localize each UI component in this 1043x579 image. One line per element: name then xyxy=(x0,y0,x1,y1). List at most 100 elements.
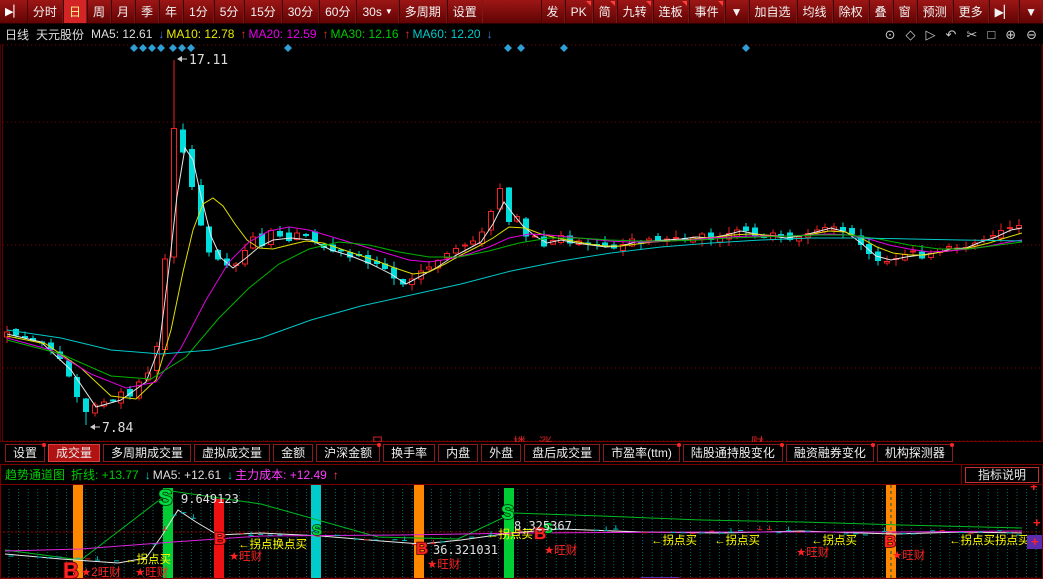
toolbar-button[interactable]: 年 xyxy=(159,0,183,23)
bottom-tab[interactable]: 陆股通持股变化 xyxy=(683,444,783,462)
toolbar-button[interactable]: 月 xyxy=(111,0,135,23)
bottom-tab[interactable]: 外盘 xyxy=(481,444,521,462)
toolbar-button[interactable]: 发 xyxy=(541,0,565,23)
events-dropdown-icon[interactable]: ▼ xyxy=(725,0,749,23)
toolbar-button[interactable]: 分时 xyxy=(27,0,63,23)
sell-marker: S xyxy=(158,485,173,510)
indicator-header: 趋势通道图 折线: +13.77↓MA5: +12.61↓主力成本: +12.4… xyxy=(0,464,1043,484)
bottom-tab[interactable]: 金额 xyxy=(273,444,313,462)
bottom-tab[interactable]: 设置 xyxy=(5,444,45,462)
bottom-tab[interactable]: 多周期成交量 xyxy=(103,444,191,462)
bottom-tab[interactable]: 机构探测器 xyxy=(877,444,953,462)
indicator-tab-strip: 设置成交量多周期成交量虚拟成交量金额沪深金额换手率内盘外盘盘后成交量市盈率(tt… xyxy=(0,442,1043,464)
ma-readout: MA20: 12.59 xyxy=(248,27,316,41)
price-high-label: 17.11 xyxy=(177,53,228,68)
toolbar-button[interactable]: 加自选 xyxy=(749,0,797,23)
bottom-tab[interactable]: 沪深金额 xyxy=(316,444,380,462)
indicator-panel[interactable]: SSSSBBBBB9.64912336.3210318.325367←拐点买★2… xyxy=(0,484,1043,579)
collapse-left-icon[interactable]: ▶▏ xyxy=(0,0,27,23)
bottom-tab[interactable]: 盘后成交量 xyxy=(524,444,600,462)
signal-label: ←拐点买 xyxy=(811,533,857,547)
toolbar-button[interactable]: 季 xyxy=(135,0,159,23)
undo-icon[interactable]: ↶ xyxy=(946,28,957,41)
trend-down-icon: ↓ xyxy=(158,27,164,41)
signal-label: ★2旺财 xyxy=(81,565,121,578)
bottom-tab[interactable]: 虚拟成交量 xyxy=(194,444,270,462)
toolbar-button[interactable]: 更多 xyxy=(953,0,989,23)
toolbar-button[interactable]: 60分 xyxy=(319,0,356,23)
eye-icon[interactable]: ⊙ xyxy=(885,28,896,41)
toolbar-button[interactable]: 叠 xyxy=(869,0,893,23)
toolbar-button[interactable]: 多周期 xyxy=(399,0,447,23)
purple-block xyxy=(641,577,679,578)
toolbar-button[interactable]: PK xyxy=(565,0,593,23)
bottom-tab[interactable]: 内盘 xyxy=(438,444,478,462)
price-gridlines xyxy=(3,44,1043,442)
toolbar-button[interactable]: 设置 xyxy=(447,0,483,23)
signal-label: ←拐点换点买 xyxy=(238,537,307,551)
top-toolbar: ▶▏ 分时日周月季年1分5分15分30分60分30s▼多周期设置 发PK简九转连… xyxy=(0,0,1043,24)
notification-dot xyxy=(950,443,954,447)
drag-hand-icon[interactable]: ◇ xyxy=(906,28,916,41)
sell-marker: S xyxy=(501,502,514,524)
svg-text:涨: 涨 xyxy=(539,435,552,442)
trend-up-icon: ↑ xyxy=(323,27,329,41)
value-label: 36.321031 xyxy=(433,543,498,557)
play-circle-icon[interactable]: ▷ xyxy=(926,28,936,41)
zoom-out-icon[interactable]: ⊖ xyxy=(1026,28,1037,41)
toolbar-button[interactable]: 日 xyxy=(63,0,87,23)
toolbar-button[interactable]: 30分 xyxy=(282,0,319,23)
indicator-panel-canvas[interactable]: SSSSBBBBB9.64912336.3210318.325367←拐点买★2… xyxy=(1,485,1042,578)
signal-label: ←拐点买 xyxy=(651,533,697,547)
toolbar-button[interactable]: 事件 xyxy=(689,0,725,23)
indicator-readout: 主力成本: +12.49 xyxy=(235,468,327,482)
toolbar-button[interactable]: 5分 xyxy=(214,0,245,23)
signal-label: ←拐点买 xyxy=(125,552,171,566)
toolbar-button[interactable]: 周 xyxy=(87,0,111,23)
toolbar-button[interactable]: 30s▼ xyxy=(356,0,398,23)
buy-marker: B xyxy=(63,558,79,578)
notification-dot xyxy=(377,443,381,447)
toolbar-spacer xyxy=(483,0,541,23)
trading-terminal-window: ▶▏ 分时日周月季年1分5分15分30分60分30s▼多周期设置 发PK简九转连… xyxy=(0,0,1043,579)
trend-up-icon: ↑ xyxy=(240,27,246,41)
toolbar-button[interactable]: 连板 xyxy=(653,0,689,23)
toolbar-button[interactable]: 简 xyxy=(593,0,617,23)
ma-line-ma10 xyxy=(7,198,1022,399)
period-label: 日线 xyxy=(5,26,29,43)
signal-label: ★旺财 xyxy=(135,565,168,578)
indicator-help-button[interactable]: 指标说明 xyxy=(965,467,1039,483)
buy-marker: B xyxy=(416,539,428,558)
notification-dot xyxy=(780,443,784,447)
toolbar-button[interactable]: 预测 xyxy=(917,0,953,23)
ma-readout: MA10: 12.78 xyxy=(166,27,234,41)
window-icon[interactable]: □ xyxy=(987,28,995,41)
more-dropdown-icon[interactable]: ▼ xyxy=(1019,0,1043,23)
toolbar-button[interactable]: 九转 xyxy=(617,0,653,23)
main-chart-canvas[interactable]: 17.117.84日楼涨财 xyxy=(1,44,1043,442)
ma-readouts: MA5: 12.61↓MA10: 12.78↑MA20: 12.59↑MA30:… xyxy=(91,27,495,41)
main-chart-area[interactable]: 17.117.84日楼涨财 xyxy=(0,44,1043,442)
collapse-right-icon[interactable]: ▶▏ xyxy=(989,0,1019,23)
toolbar-button[interactable]: 除权 xyxy=(833,0,869,23)
bottom-tab[interactable]: 成交量 xyxy=(48,444,100,462)
toolbar-button[interactable]: 15分 xyxy=(244,0,281,23)
toolbar-button[interactable]: 1分 xyxy=(183,0,214,23)
cut-icon[interactable]: ✂ xyxy=(966,28,977,41)
info-row: 日线 天元股份 MA5: 12.61↓MA10: 12.78↑MA20: 12.… xyxy=(0,24,1043,44)
toolbar-button[interactable]: 均线 xyxy=(797,0,833,23)
stock-name: 天元股份 xyxy=(36,26,84,43)
plus-mark: + xyxy=(1031,534,1039,549)
trend-down-icon: ↓ xyxy=(227,468,233,482)
indicator-readout: 折线: +13.77 xyxy=(71,468,139,482)
zoom-in-icon[interactable]: ⊕ xyxy=(1005,28,1016,41)
buy-marker: B xyxy=(884,532,896,551)
bottom-tab[interactable]: 融资融券变化 xyxy=(786,444,874,462)
signal-label: ←拐点买拐点买 xyxy=(949,533,1030,547)
bottom-tab[interactable]: 市盈率(ttm) xyxy=(603,444,680,462)
tools-button-group: 发PK简九转连板事件▼加自选均线除权叠窗预测更多▶▏▼ xyxy=(541,0,1043,23)
toolbar-button[interactable]: 窗 xyxy=(893,0,917,23)
bottom-tab[interactable]: 换手率 xyxy=(383,444,435,462)
svg-text:财: 财 xyxy=(751,435,764,442)
trend-down-icon: ↓ xyxy=(145,468,151,482)
